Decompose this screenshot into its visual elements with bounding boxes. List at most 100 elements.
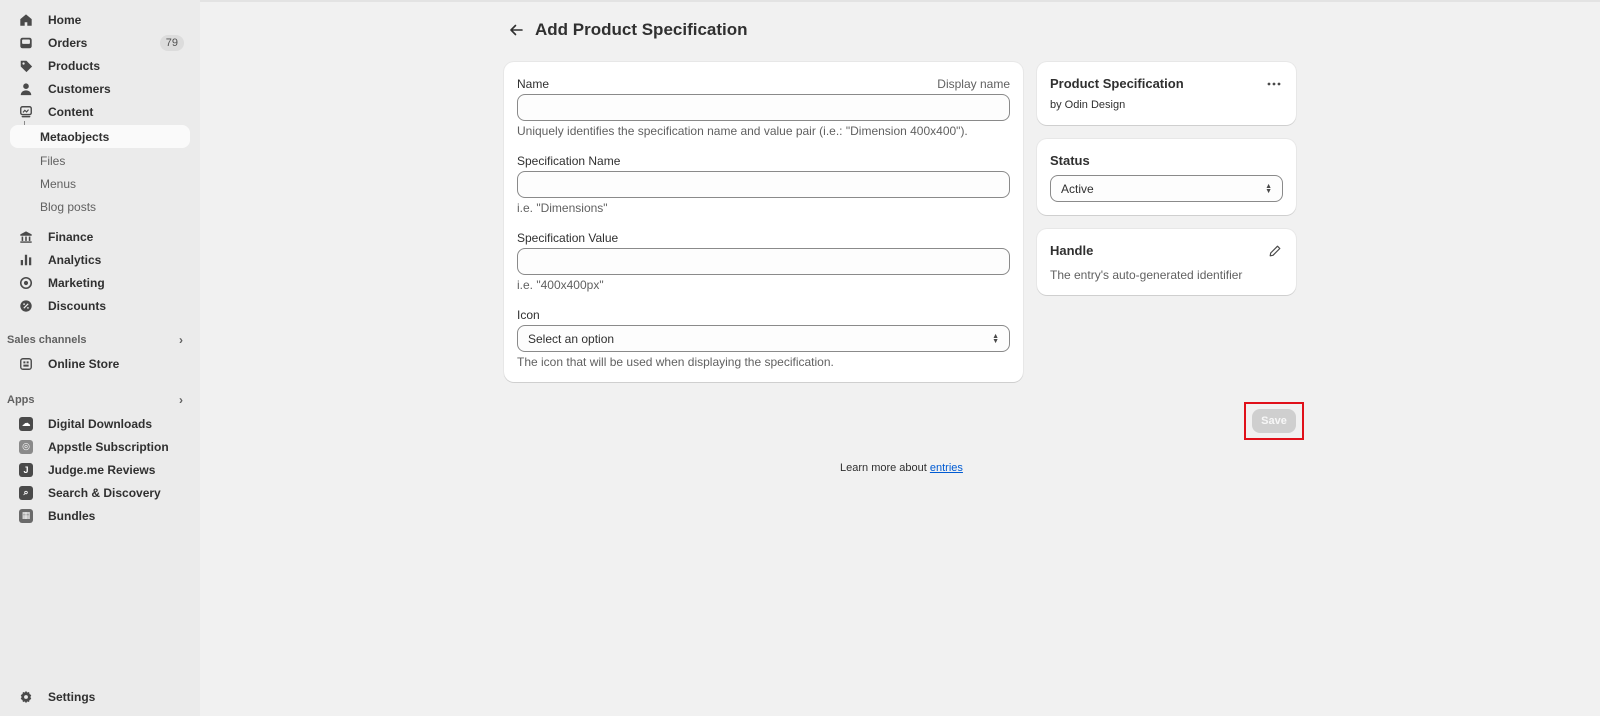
sidebar-item-menus[interactable]: Menus [10, 172, 190, 195]
sidebar-item-label: Finance [48, 229, 94, 244]
edit-handle-button[interactable] [1266, 242, 1284, 260]
sidebar-item-content[interactable]: Content [10, 100, 190, 123]
sidebar-item-files[interactable]: Files [10, 149, 190, 172]
learn-more-footer: Learn more about entries [840, 462, 963, 474]
sidebar-item-label: Customers [48, 81, 111, 96]
sidebar-item-label: Analytics [48, 252, 102, 267]
sidebar-item-label: Settings [48, 689, 96, 704]
specification-name-label: Specification Name [517, 154, 621, 168]
sidebar: Home Orders 79 Products Customers Conten… [0, 0, 200, 716]
sidebar-item-appstle-subscription[interactable]: ◎ Appstle Subscription [10, 435, 190, 458]
handle-card: Handle The entry's auto-generated identi… [1037, 229, 1296, 295]
chevron-right-icon: › [179, 393, 183, 407]
sidebar-item-label: Metaobjects [40, 129, 110, 144]
name-label: Name [517, 77, 550, 91]
icon-label: Icon [517, 308, 540, 322]
sidebar-item-marketing[interactable]: Marketing [10, 271, 190, 294]
save-button[interactable]: Save [1252, 409, 1296, 433]
specification-value-label: Specification Value [517, 231, 619, 245]
person-icon [18, 81, 34, 97]
sidebar-item-label: Search & Discovery [48, 485, 161, 500]
sidebar-item-label: Bundles [48, 508, 96, 523]
apps-heading[interactable]: Apps › [7, 392, 187, 408]
pencil-icon [1269, 245, 1281, 257]
sidebar-item-bundles[interactable]: ▦ Bundles [10, 504, 190, 527]
sidebar-item-label: Digital Downloads [48, 416, 153, 431]
content-icon [18, 104, 34, 120]
specification-value-input[interactable] [517, 248, 1010, 275]
target-icon [18, 275, 34, 291]
bank-icon [18, 229, 34, 245]
sidebar-item-orders[interactable]: Orders 79 [10, 31, 190, 54]
handle-description: The entry's auto-generated identifier [1050, 268, 1243, 282]
handle-title: Handle [1050, 243, 1094, 258]
appstle-app-icon: ◎ [18, 439, 34, 455]
display-name-tag: Display name [937, 77, 1010, 91]
icon-help-text: The icon that will be used when displayi… [517, 355, 834, 369]
sidebar-item-blog-posts[interactable]: Blog posts [10, 195, 190, 218]
sidebar-item-customers[interactable]: Customers [10, 77, 190, 100]
sidebar-item-finance[interactable]: Finance [10, 225, 190, 248]
bar-chart-icon [18, 252, 34, 268]
sidebar-item-label: Discounts [48, 298, 107, 313]
orders-count-badge: 79 [159, 35, 184, 51]
sidebar-item-label: Products [48, 58, 101, 73]
status-select[interactable]: Active ▲ ▼ [1050, 175, 1283, 202]
definition-title: Product Specification [1050, 76, 1184, 91]
name-help-text: Uniquely identifies the specification na… [517, 124, 968, 138]
sidebar-item-online-store[interactable]: Online Store [10, 352, 190, 375]
sidebar-item-label: Marketing [48, 275, 105, 290]
specification-value-help-text: i.e. "400x400px" [517, 278, 604, 292]
home-icon [18, 12, 34, 28]
sidebar-item-discounts[interactable]: Discounts [10, 294, 190, 317]
sidebar-item-label: Menus [40, 176, 77, 191]
status-title: Status [1050, 153, 1090, 168]
status-select-value: Active [1061, 181, 1094, 196]
more-actions-button[interactable] [1264, 74, 1284, 94]
search-discovery-app-icon: ⌕ [18, 485, 34, 501]
sidebar-item-digital-downloads[interactable]: ☁ Digital Downloads [10, 412, 190, 435]
ellipsis-icon [1267, 82, 1281, 86]
tag-icon [18, 58, 34, 74]
sidebar-item-metaobjects[interactable]: Metaobjects [10, 125, 190, 148]
sidebar-item-label: Online Store [48, 356, 120, 371]
gear-icon [18, 689, 34, 705]
sidebar-item-judgeme-reviews[interactable]: J Judge.me Reviews [10, 458, 190, 481]
sidebar-item-analytics[interactable]: Analytics [10, 248, 190, 271]
entry-form-card: Name Display name Uniquely identifies th… [504, 62, 1023, 382]
icon-select[interactable]: Select an option ▲ ▼ [517, 325, 1010, 352]
store-icon [18, 356, 34, 372]
sidebar-item-label: Judge.me Reviews [48, 462, 156, 477]
page-title: Add Product Specification [535, 20, 748, 39]
bundles-app-icon: ▦ [18, 508, 34, 524]
definition-author: by Odin Design [1050, 99, 1126, 111]
back-button[interactable] [505, 19, 527, 41]
digital-downloads-app-icon: ☁ [18, 416, 34, 432]
judgeme-app-icon: J [18, 462, 34, 478]
sidebar-item-settings[interactable]: Settings [10, 685, 190, 708]
specification-name-help-text: i.e. "Dimensions" [517, 201, 608, 215]
definition-card: Product Specification by Odin Design [1037, 62, 1296, 125]
inbox-icon [18, 35, 34, 51]
specification-name-input[interactable] [517, 171, 1010, 198]
sidebar-item-label: Home [48, 12, 82, 27]
sidebar-item-label: Blog posts [40, 199, 97, 214]
discount-icon [18, 298, 34, 314]
select-arrows-icon: ▲ ▼ [992, 332, 999, 345]
arrow-left-icon [510, 24, 523, 36]
sidebar-item-search-discovery[interactable]: ⌕ Search & Discovery [10, 481, 190, 504]
sales-channels-heading[interactable]: Sales channels › [7, 332, 187, 348]
page-header: Add Product Specification [505, 18, 748, 42]
sidebar-item-label: Content [48, 104, 94, 119]
entries-link[interactable]: entries [930, 462, 963, 474]
sidebar-item-label: Files [40, 153, 66, 168]
sidebar-item-products[interactable]: Products [10, 54, 190, 77]
name-input[interactable] [517, 94, 1010, 121]
status-card: Status Active ▲ ▼ [1037, 139, 1296, 215]
sales-channels-label: Sales channels [7, 334, 87, 346]
sidebar-item-home[interactable]: Home [10, 8, 190, 31]
chevron-right-icon: › [179, 333, 183, 347]
icon-select-value: Select an option [528, 331, 615, 346]
sidebar-item-label: Appstle Subscription [48, 439, 169, 454]
select-arrows-icon: ▲ ▼ [1265, 182, 1272, 195]
